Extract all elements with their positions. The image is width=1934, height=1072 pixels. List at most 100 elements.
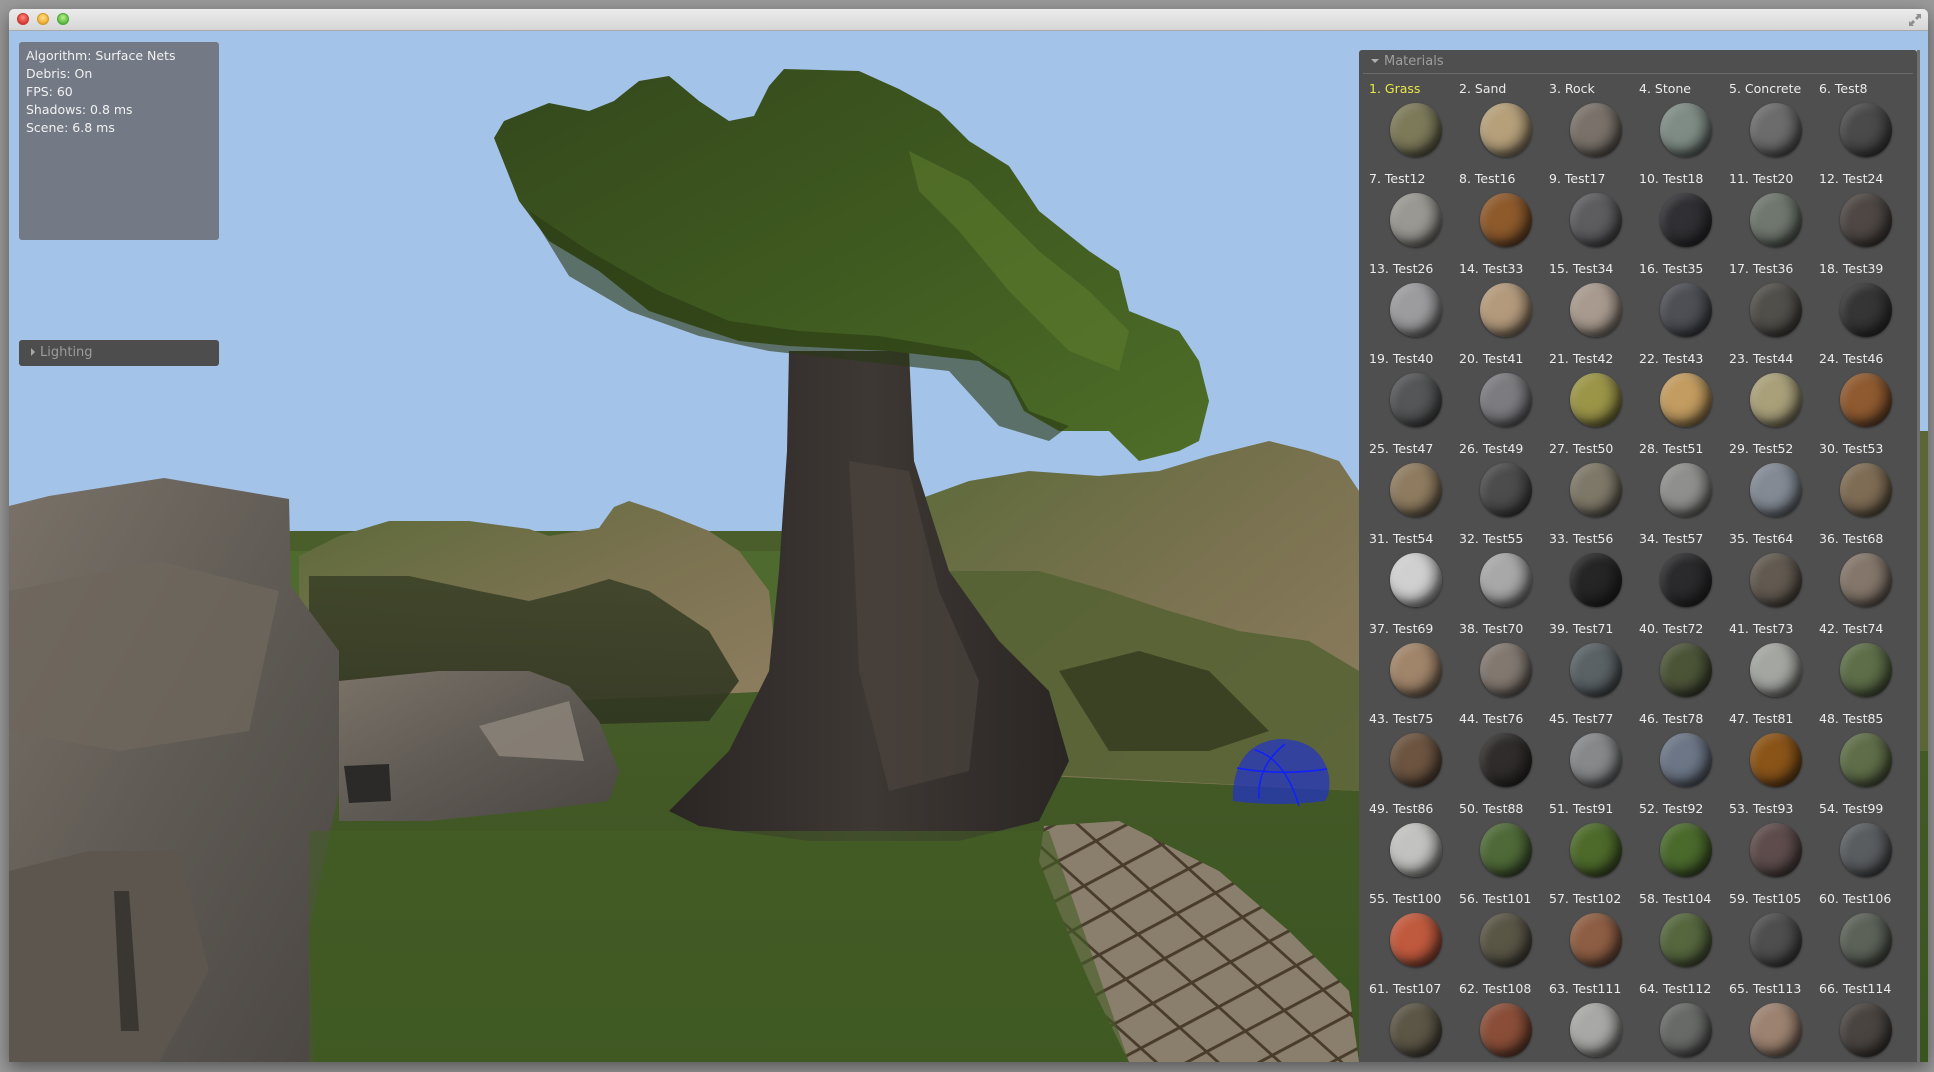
- title-bar[interactable]: [9, 9, 1928, 31]
- material-item[interactable]: 8. Test16: [1455, 168, 1545, 258]
- material-item[interactable]: 12. Test24: [1815, 168, 1905, 258]
- material-preview-sphere[interactable]: [1570, 103, 1622, 157]
- material-preview-sphere[interactable]: [1750, 193, 1802, 247]
- material-preview-sphere[interactable]: [1750, 373, 1802, 427]
- material-item[interactable]: 31. Test54: [1365, 528, 1455, 618]
- material-preview-sphere[interactable]: [1390, 733, 1442, 787]
- material-item[interactable]: 54. Test99: [1815, 798, 1905, 888]
- material-item[interactable]: 25. Test47: [1365, 438, 1455, 528]
- material-preview-sphere[interactable]: [1570, 823, 1622, 877]
- material-item[interactable]: 52. Test92: [1635, 798, 1725, 888]
- material-preview-sphere[interactable]: [1390, 463, 1442, 517]
- material-item[interactable]: 35. Test64: [1725, 528, 1815, 618]
- material-preview-sphere[interactable]: [1390, 193, 1442, 247]
- material-item[interactable]: 17. Test36: [1725, 258, 1815, 348]
- material-item[interactable]: 45. Test77: [1545, 708, 1635, 798]
- material-preview-sphere[interactable]: [1750, 643, 1802, 697]
- material-preview-sphere[interactable]: [1840, 553, 1892, 607]
- material-preview-sphere[interactable]: [1660, 463, 1712, 517]
- material-item[interactable]: 47. Test81: [1725, 708, 1815, 798]
- material-item[interactable]: 18. Test39: [1815, 258, 1905, 348]
- material-item[interactable]: 46. Test78: [1635, 708, 1725, 798]
- material-item[interactable]: 57. Test102: [1545, 888, 1635, 978]
- material-preview-sphere[interactable]: [1660, 643, 1712, 697]
- fullscreen-icon[interactable]: [1908, 12, 1922, 26]
- 3d-viewport[interactable]: Algorithm: Surface Nets Debris: On FPS: …: [9, 31, 1928, 1062]
- material-item[interactable]: 41. Test73: [1725, 618, 1815, 708]
- material-item[interactable]: 20. Test41: [1455, 348, 1545, 438]
- material-item[interactable]: 53. Test93: [1725, 798, 1815, 888]
- material-preview-sphere[interactable]: [1570, 913, 1622, 967]
- material-preview-sphere[interactable]: [1480, 553, 1532, 607]
- material-item[interactable]: 59. Test105: [1725, 888, 1815, 978]
- material-item[interactable]: 64. Test112: [1635, 978, 1725, 1062]
- material-item[interactable]: 44. Test76: [1455, 708, 1545, 798]
- material-preview-sphere[interactable]: [1840, 193, 1892, 247]
- material-preview-sphere[interactable]: [1750, 463, 1802, 517]
- material-preview-sphere[interactable]: [1480, 913, 1532, 967]
- zoom-window-button[interactable]: [57, 13, 69, 25]
- material-item[interactable]: 15. Test34: [1545, 258, 1635, 348]
- material-preview-sphere[interactable]: [1480, 733, 1532, 787]
- material-item[interactable]: 26. Test49: [1455, 438, 1545, 528]
- material-item[interactable]: 14. Test33: [1455, 258, 1545, 348]
- material-preview-sphere[interactable]: [1840, 913, 1892, 967]
- material-preview-sphere[interactable]: [1660, 823, 1712, 877]
- material-item[interactable]: 3. Rock: [1545, 78, 1635, 168]
- material-preview-sphere[interactable]: [1390, 643, 1442, 697]
- material-preview-sphere[interactable]: [1660, 733, 1712, 787]
- materials-panel-toggle[interactable]: Materials: [1363, 50, 1913, 74]
- material-preview-sphere[interactable]: [1840, 283, 1892, 337]
- material-item[interactable]: 58. Test104: [1635, 888, 1725, 978]
- material-preview-sphere[interactable]: [1750, 103, 1802, 157]
- material-item[interactable]: 65. Test113: [1725, 978, 1815, 1062]
- material-preview-sphere[interactable]: [1480, 193, 1532, 247]
- material-item[interactable]: 13. Test26: [1365, 258, 1455, 348]
- material-preview-sphere[interactable]: [1660, 1003, 1712, 1057]
- material-preview-sphere[interactable]: [1840, 373, 1892, 427]
- material-item[interactable]: 6. Test8: [1815, 78, 1905, 168]
- material-preview-sphere[interactable]: [1840, 733, 1892, 787]
- material-item[interactable]: 11. Test20: [1725, 168, 1815, 258]
- material-item[interactable]: 33. Test56: [1545, 528, 1635, 618]
- material-item[interactable]: 4. Stone: [1635, 78, 1725, 168]
- material-preview-sphere[interactable]: [1840, 103, 1892, 157]
- material-preview-sphere[interactable]: [1840, 1003, 1892, 1057]
- material-item[interactable]: 63. Test111: [1545, 978, 1635, 1062]
- material-item[interactable]: 60. Test106: [1815, 888, 1905, 978]
- close-window-button[interactable]: [17, 13, 29, 25]
- material-item[interactable]: 56. Test101: [1455, 888, 1545, 978]
- material-item[interactable]: 5. Concrete: [1725, 78, 1815, 168]
- material-preview-sphere[interactable]: [1390, 283, 1442, 337]
- material-item[interactable]: 61. Test107: [1365, 978, 1455, 1062]
- material-preview-sphere[interactable]: [1480, 283, 1532, 337]
- material-item[interactable]: 24. Test46: [1815, 348, 1905, 438]
- lighting-panel-toggle[interactable]: Lighting: [19, 340, 219, 366]
- material-item[interactable]: 16. Test35: [1635, 258, 1725, 348]
- material-preview-sphere[interactable]: [1750, 823, 1802, 877]
- material-preview-sphere[interactable]: [1750, 733, 1802, 787]
- material-preview-sphere[interactable]: [1390, 913, 1442, 967]
- material-preview-sphere[interactable]: [1570, 283, 1622, 337]
- material-preview-sphere[interactable]: [1840, 643, 1892, 697]
- material-item[interactable]: 21. Test42: [1545, 348, 1635, 438]
- material-preview-sphere[interactable]: [1480, 1003, 1532, 1057]
- material-preview-sphere[interactable]: [1390, 103, 1442, 157]
- material-item[interactable]: 51. Test91: [1545, 798, 1635, 888]
- material-item[interactable]: 32. Test55: [1455, 528, 1545, 618]
- material-preview-sphere[interactable]: [1660, 913, 1712, 967]
- material-preview-sphere[interactable]: [1570, 1003, 1622, 1057]
- material-preview-sphere[interactable]: [1750, 553, 1802, 607]
- material-preview-sphere[interactable]: [1570, 553, 1622, 607]
- material-preview-sphere[interactable]: [1660, 103, 1712, 157]
- material-item[interactable]: 50. Test88: [1455, 798, 1545, 888]
- material-item[interactable]: 40. Test72: [1635, 618, 1725, 708]
- material-item[interactable]: 34. Test57: [1635, 528, 1725, 618]
- material-preview-sphere[interactable]: [1480, 643, 1532, 697]
- material-item[interactable]: 9. Test17: [1545, 168, 1635, 258]
- material-item[interactable]: 7. Test12: [1365, 168, 1455, 258]
- material-preview-sphere[interactable]: [1840, 463, 1892, 517]
- material-preview-sphere[interactable]: [1750, 283, 1802, 337]
- material-preview-sphere[interactable]: [1570, 643, 1622, 697]
- material-preview-sphere[interactable]: [1660, 283, 1712, 337]
